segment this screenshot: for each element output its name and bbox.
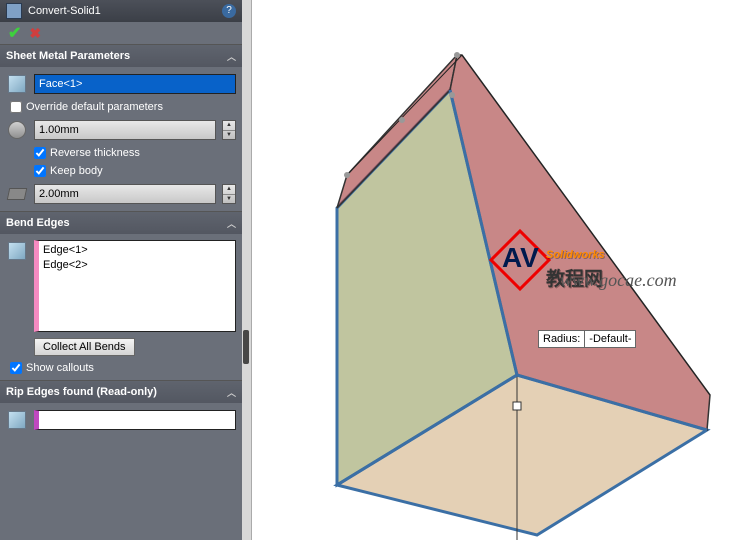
face-selection[interactable]: Face<1> bbox=[34, 74, 236, 94]
list-item[interactable]: Edge<2> bbox=[43, 258, 231, 273]
property-panel: Convert-Solid1 ? ✔ ✖ Sheet Metal Paramet… bbox=[0, 0, 242, 540]
bend-edges-title: Bend Edges bbox=[6, 217, 70, 229]
splitter[interactable] bbox=[242, 0, 252, 540]
model-view[interactable] bbox=[252, 0, 740, 540]
cancel-button[interactable]: ✖ bbox=[29, 25, 41, 42]
panel-actions: ✔ ✖ bbox=[0, 22, 242, 44]
thickness-spinner[interactable]: ▲▼ bbox=[222, 120, 236, 140]
panel-title: Convert-Solid1 bbox=[28, 5, 222, 17]
override-checkbox[interactable]: Override default parameters bbox=[6, 101, 236, 113]
bend-edges-header[interactable]: Bend Edges ︿ bbox=[0, 212, 242, 234]
sheet-metal-title: Sheet Metal Parameters bbox=[6, 50, 130, 62]
rip-icon bbox=[8, 411, 26, 429]
sheet-metal-section: Sheet Metal Parameters ︿ Face<1> Overrid… bbox=[0, 44, 242, 211]
chevron-up-icon: ︿ bbox=[227, 50, 236, 63]
viewport[interactable]: Radius: -Default- AV Solidworks教程网 www.g… bbox=[242, 0, 740, 540]
sheet-metal-header[interactable]: Sheet Metal Parameters ︿ bbox=[0, 45, 242, 67]
bend-radius-icon bbox=[7, 188, 28, 200]
bend-radius-input[interactable]: 2.00mm bbox=[34, 184, 216, 204]
show-callouts-checkbox[interactable]: Show callouts bbox=[6, 362, 236, 374]
thickness-icon bbox=[8, 121, 26, 139]
bend-radius-spinner[interactable]: ▲▼ bbox=[222, 184, 236, 204]
chevron-up-icon: ︿ bbox=[227, 386, 236, 399]
feature-icon bbox=[6, 3, 22, 19]
panel-header: Convert-Solid1 ? bbox=[0, 0, 242, 22]
chevron-up-icon: ︿ bbox=[227, 217, 236, 230]
list-item[interactable]: Edge<1> bbox=[43, 243, 231, 258]
rip-edges-title: Rip Edges found (Read-only) bbox=[6, 386, 157, 398]
splitter-grip[interactable] bbox=[243, 330, 249, 364]
bend-edges-body: Edge<1> Edge<2> Collect All Bends Show c… bbox=[0, 234, 242, 380]
callout-label: Radius: bbox=[538, 330, 584, 348]
edges-icon bbox=[8, 242, 26, 260]
reverse-checkbox[interactable]: Reverse thickness bbox=[6, 147, 236, 159]
rip-edges-body bbox=[0, 403, 242, 437]
bend-edges-section: Bend Edges ︿ Edge<1> Edge<2> Collect All… bbox=[0, 211, 242, 380]
keep-body-checkbox[interactable]: Keep body bbox=[6, 165, 236, 177]
rip-edges-list[interactable] bbox=[34, 410, 236, 430]
thickness-input[interactable]: 1.00mm bbox=[34, 120, 216, 140]
rip-edges-section: Rip Edges found (Read-only) ︿ bbox=[0, 380, 242, 437]
help-icon[interactable]: ? bbox=[222, 4, 236, 18]
sheet-metal-body: Face<1> Override default parameters 1.00… bbox=[0, 67, 242, 211]
ok-button[interactable]: ✔ bbox=[8, 23, 21, 43]
collect-all-bends-button[interactable]: Collect All Bends bbox=[34, 338, 135, 356]
face-icon bbox=[8, 75, 26, 93]
edges-list[interactable]: Edge<1> Edge<2> bbox=[34, 240, 236, 332]
radius-callout[interactable]: Radius: -Default- bbox=[538, 330, 636, 348]
rip-edges-header[interactable]: Rip Edges found (Read-only) ︿ bbox=[0, 381, 242, 403]
callout-value[interactable]: -Default- bbox=[584, 330, 636, 348]
